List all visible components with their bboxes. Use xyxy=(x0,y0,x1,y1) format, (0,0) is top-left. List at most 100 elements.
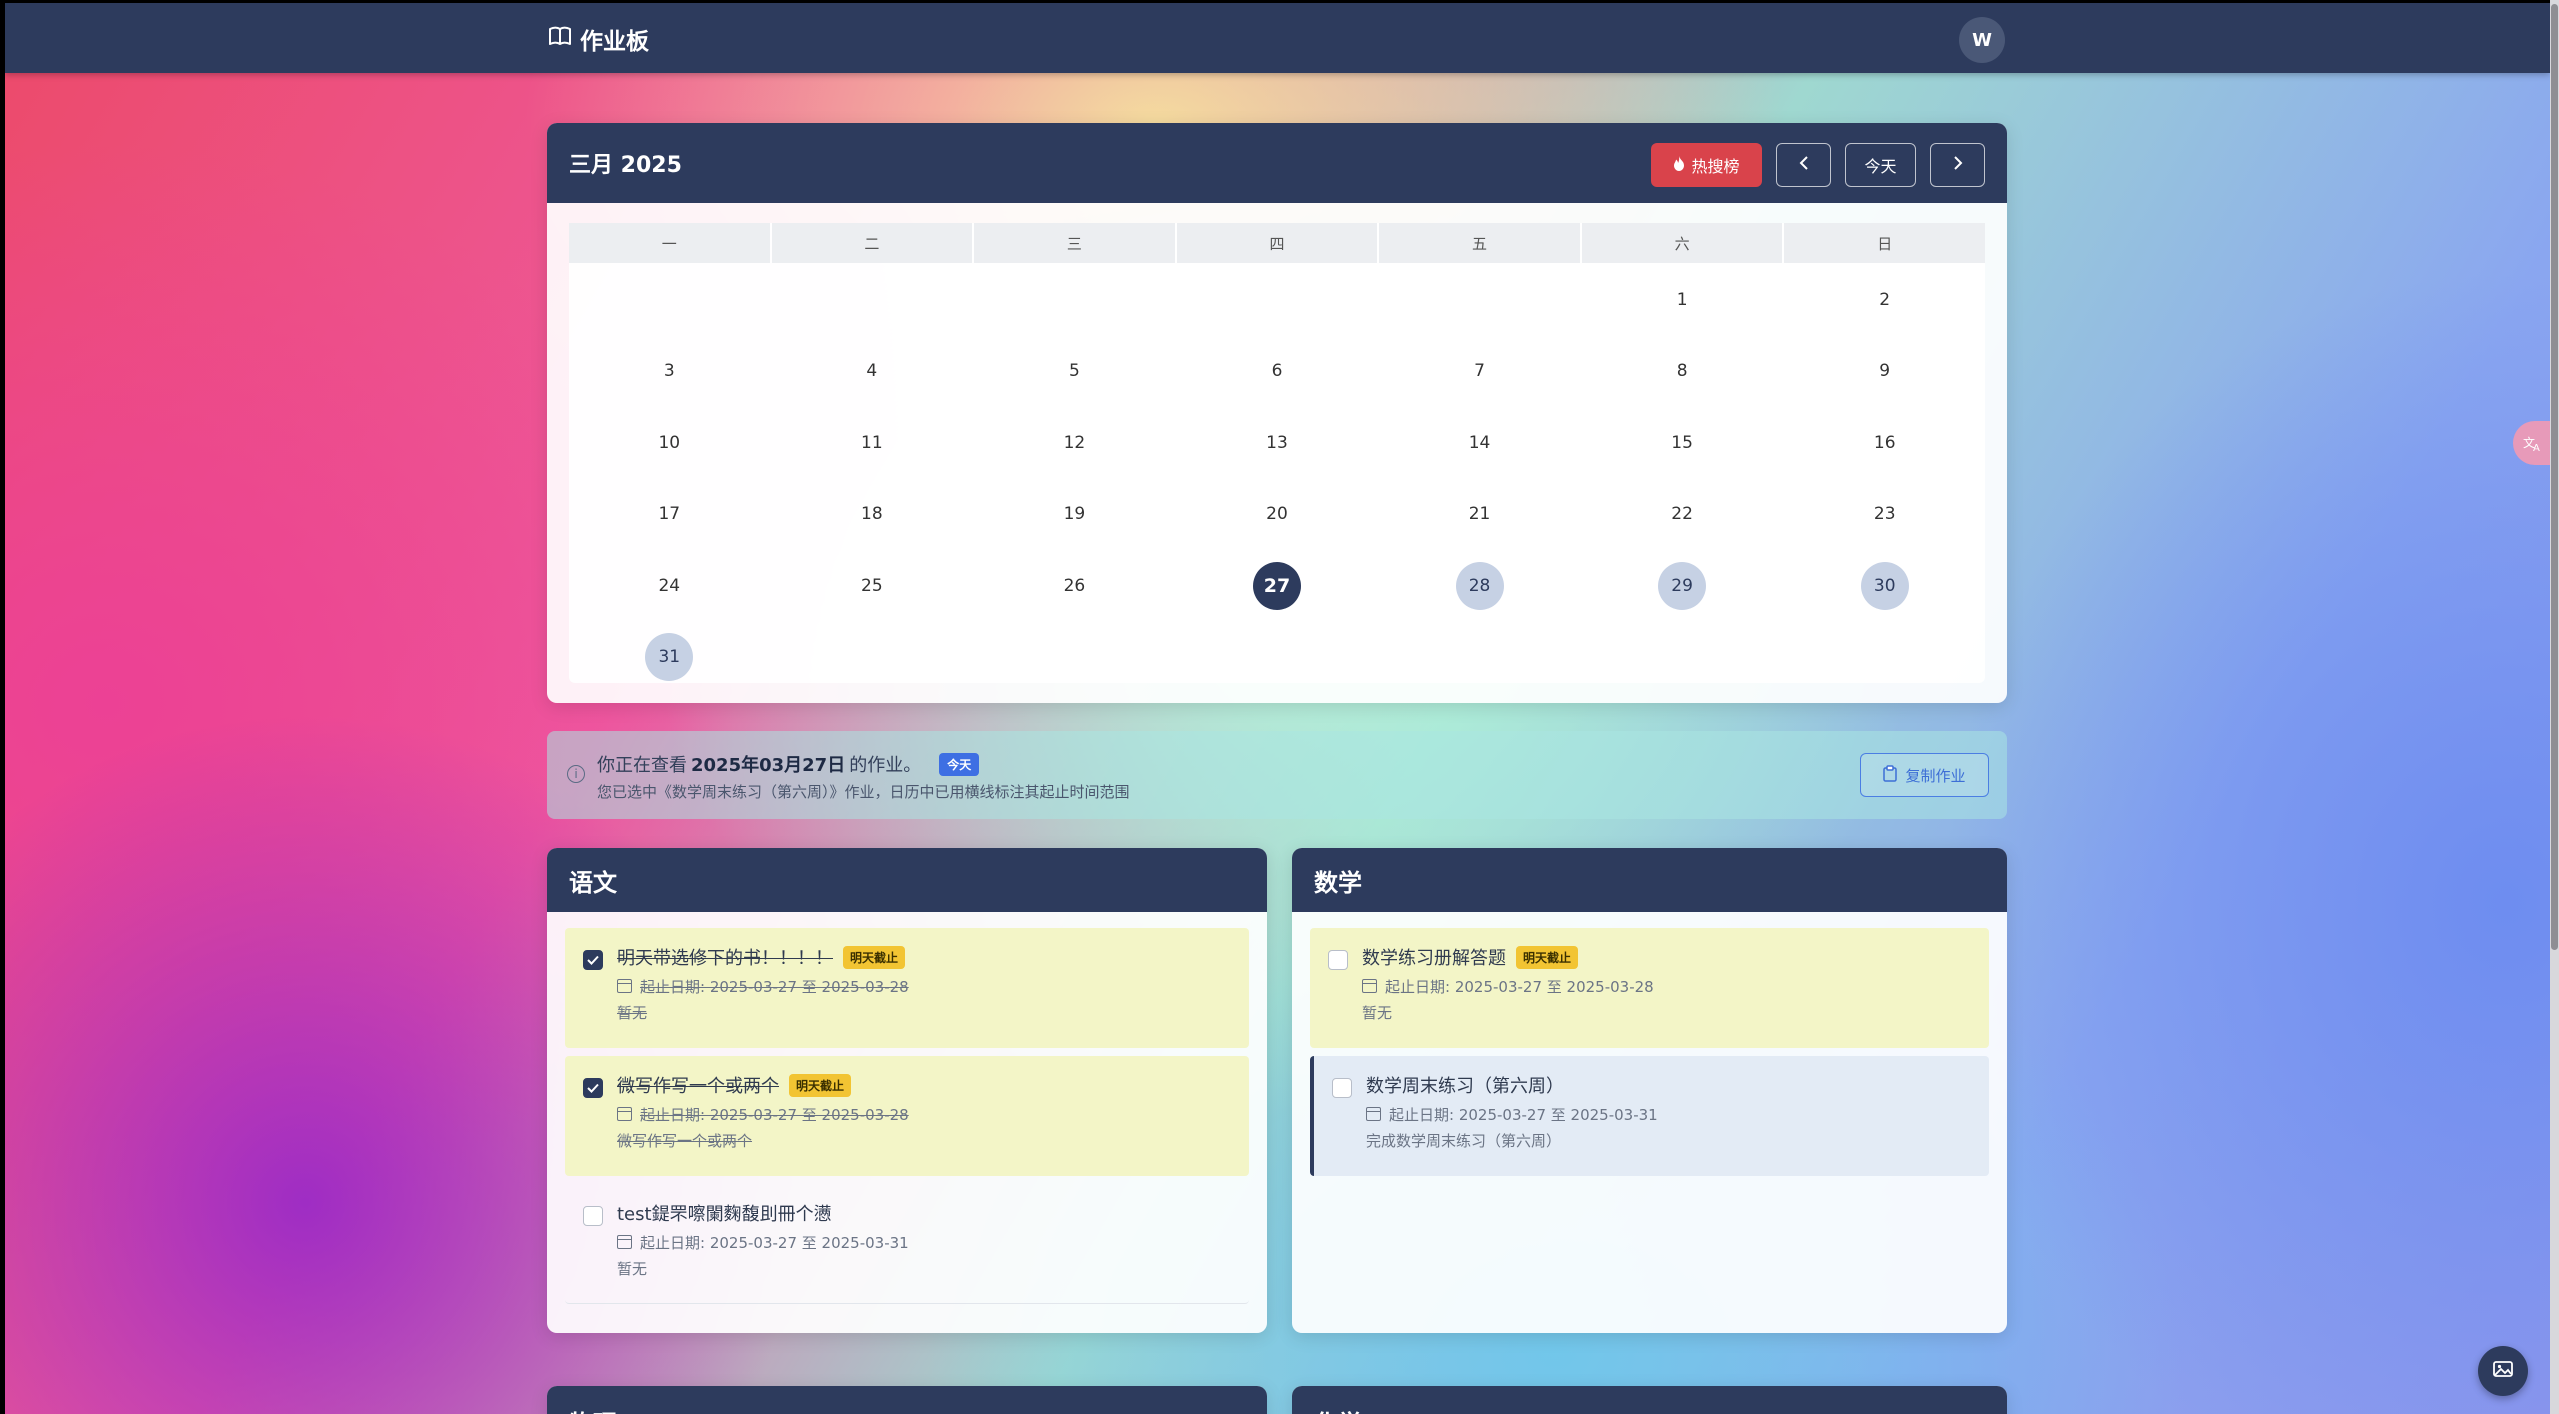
task-item[interactable]: 明天带选修下的书！！！！ 明天截止 起止日期: 2025-03-27 至 2025-… xyxy=(565,928,1249,1048)
task-item[interactable]: test鍉罘嚓闌麴馥刞冊个懑 起止日期: 2025-03-27 至 2025-03… xyxy=(565,1184,1249,1304)
brand[interactable]: 作业板 xyxy=(548,24,649,55)
svg-text:A: A xyxy=(2533,443,2540,452)
calendar-day[interactable]: 13 xyxy=(1177,408,1378,478)
calendar-day-number: 20 xyxy=(1266,504,1288,525)
calendar-card: 三月 2025 热搜榜 今天 一 二 三 四 五 六 日 1 2 3 4 5 6… xyxy=(547,123,2007,703)
calendar-day[interactable]: 22 xyxy=(1582,480,1783,550)
calendar-day[interactable]: 16 xyxy=(1784,408,1985,478)
calendar-day[interactable]: 11 xyxy=(772,408,973,478)
subject-title: 语文 xyxy=(547,848,1267,912)
calendar-day[interactable]: 26 xyxy=(974,551,1175,621)
page-scrollbar[interactable] xyxy=(2550,0,2559,1414)
calendar-header: 三月 2025 热搜榜 今天 xyxy=(547,123,2007,203)
calendar-day[interactable]: 6 xyxy=(1177,337,1378,407)
task-item[interactable]: 数学周末练习（第六周） 起止日期: 2025-03-27 至 2025-03-31… xyxy=(1310,1056,1989,1176)
task-title-row: 数学周末练习（第六周） xyxy=(1366,1072,1989,1098)
calendar-day[interactable]: 30 xyxy=(1784,551,1985,621)
task-description: 暂无 xyxy=(1362,1004,1393,1022)
chevron-left-icon xyxy=(1799,155,1809,175)
calendar-day-number: 4 xyxy=(866,361,878,382)
calendar-day[interactable]: 7 xyxy=(1379,337,1580,407)
calendar-day[interactable]: 20 xyxy=(1177,480,1378,550)
task-checkbox[interactable] xyxy=(583,950,603,970)
calendar-empty-cell xyxy=(1379,623,1580,693)
calendar-day-number xyxy=(848,633,896,681)
translate-icon[interactable]: 文A xyxy=(2513,421,2550,465)
calendar-day-number xyxy=(1456,276,1504,324)
calendar-day-number: 5 xyxy=(1069,361,1080,382)
task-checkbox[interactable] xyxy=(1328,950,1348,970)
calendar-day-number: 1 xyxy=(1676,289,1688,310)
calendar-day-number: 19 xyxy=(1063,504,1086,525)
calendar-empty-cell xyxy=(772,265,973,335)
calendar-day[interactable]: 25 xyxy=(772,551,973,621)
calendar-day[interactable]: 19 xyxy=(974,480,1175,550)
calendar-empty-cell xyxy=(1379,265,1580,335)
image-background-button[interactable] xyxy=(2478,1346,2528,1396)
calendar-day-number: 31 xyxy=(645,633,694,682)
calendar-day-number: 22 xyxy=(1671,504,1693,525)
calendar-day[interactable]: 5 xyxy=(974,337,1175,407)
calendar-day[interactable]: 4 xyxy=(772,337,973,407)
calendar-day[interactable]: 9 xyxy=(1784,337,1985,407)
task-checkbox[interactable] xyxy=(583,1078,603,1098)
viewing-prefix: 你正在查看 xyxy=(597,755,687,776)
weekday-header-row: 一二三四五六日 xyxy=(569,223,1985,263)
calendar-empty-cell xyxy=(1177,265,1378,335)
subject-title: 化学 xyxy=(1292,1386,2007,1414)
task-item[interactable]: 微写作写一个或两个 明天截止 起止日期: 2025-03-27 至 2025-03-… xyxy=(565,1056,1249,1176)
calendar-day[interactable]: 15 xyxy=(1582,408,1783,478)
task-description: 暂无 xyxy=(617,1260,648,1278)
calendar-icon xyxy=(1362,979,1377,993)
calendar-day[interactable]: 18 xyxy=(772,480,973,550)
calendar-day-number: 3 xyxy=(663,361,675,382)
subject-card-physics: 物理 xyxy=(547,1386,1267,1414)
viewing-info-banner: i 你正在查看 2025年03月27日 的作业。 今天 您已选中《数学周末练习（… xyxy=(547,731,2007,819)
calendar-day[interactable]: 29 xyxy=(1582,551,1783,621)
calendar-day[interactable]: 1 xyxy=(1582,265,1783,335)
fire-icon xyxy=(1673,155,1685,175)
calendar-day[interactable]: 28 xyxy=(1379,551,1580,621)
calendar-day-number: 13 xyxy=(1266,432,1288,453)
copy-homework-button[interactable]: 复制作业 xyxy=(1860,753,1989,797)
calendar-day[interactable]: 31 xyxy=(569,623,770,693)
subject-card-math: 数学 数学练习册解答题 明天截止 起止日期: 2025-03-27 至 2025-0… xyxy=(1292,848,2007,1333)
calendar-day[interactable]: 17 xyxy=(569,480,770,550)
task-description: 微写作写一个或两个 xyxy=(617,1132,753,1150)
calendar-day[interactable]: 8 xyxy=(1582,337,1783,407)
user-avatar[interactable]: W xyxy=(1959,17,2005,63)
scrollbar-thumb[interactable] xyxy=(2551,4,2558,950)
calendar-day[interactable]: 12 xyxy=(974,408,1175,478)
calendar-empty-cell xyxy=(1582,623,1783,693)
calendar-day-number: 15 xyxy=(1671,432,1693,453)
viewing-date-line: 你正在查看 2025年03月27日 的作业。 今天 xyxy=(597,751,980,777)
task-title: 微写作写一个或两个 xyxy=(617,1076,779,1097)
hot-list-button[interactable]: 热搜榜 xyxy=(1651,143,1762,187)
task-description: 暂无 xyxy=(617,1004,648,1022)
task-checkbox[interactable] xyxy=(1332,1078,1352,1098)
task-list: 明天带选修下的书！！！！ 明天截止 起止日期: 2025-03-27 至 2025-… xyxy=(547,912,1267,1304)
calendar-day[interactable]: 24 xyxy=(569,551,770,621)
calendar-day[interactable]: 23 xyxy=(1784,480,1985,550)
task-title: 数学练习册解答题 xyxy=(1362,948,1506,969)
calendar-day[interactable]: 3 xyxy=(569,337,770,407)
today-button[interactable]: 今天 xyxy=(1845,143,1916,187)
next-month-button[interactable] xyxy=(1930,143,1985,187)
calendar-month-title: 三月 2025 xyxy=(569,153,682,178)
image-icon xyxy=(2493,1360,2513,1382)
prev-month-button[interactable] xyxy=(1776,143,1831,187)
task-date-row: 起止日期: 2025-03-27 至 2025-03-28 xyxy=(617,974,1249,998)
subject-card-chemistry: 化学 xyxy=(1292,1386,2007,1414)
calendar-empty-cell xyxy=(974,623,1175,693)
calendar-day[interactable]: 10 xyxy=(569,408,770,478)
calendar-day[interactable]: 2 xyxy=(1784,265,1985,335)
info-icon: i xyxy=(567,765,585,783)
task-item[interactable]: 数学练习册解答题 明天截止 起止日期: 2025-03-27 至 2025-03-2… xyxy=(1310,928,1989,1048)
calendar-day[interactable]: 21 xyxy=(1379,480,1580,550)
task-checkbox[interactable] xyxy=(583,1206,603,1226)
calendar-day[interactable]: 27 xyxy=(1177,551,1378,621)
calendar-day[interactable]: 14 xyxy=(1379,408,1580,478)
task-date-range: 起止日期: 2025-03-27 至 2025-03-31 xyxy=(1389,1105,1658,1124)
weekday-header: 一 xyxy=(569,223,770,263)
task-date-range: 起止日期: 2025-03-27 至 2025-03-28 xyxy=(640,1105,909,1124)
